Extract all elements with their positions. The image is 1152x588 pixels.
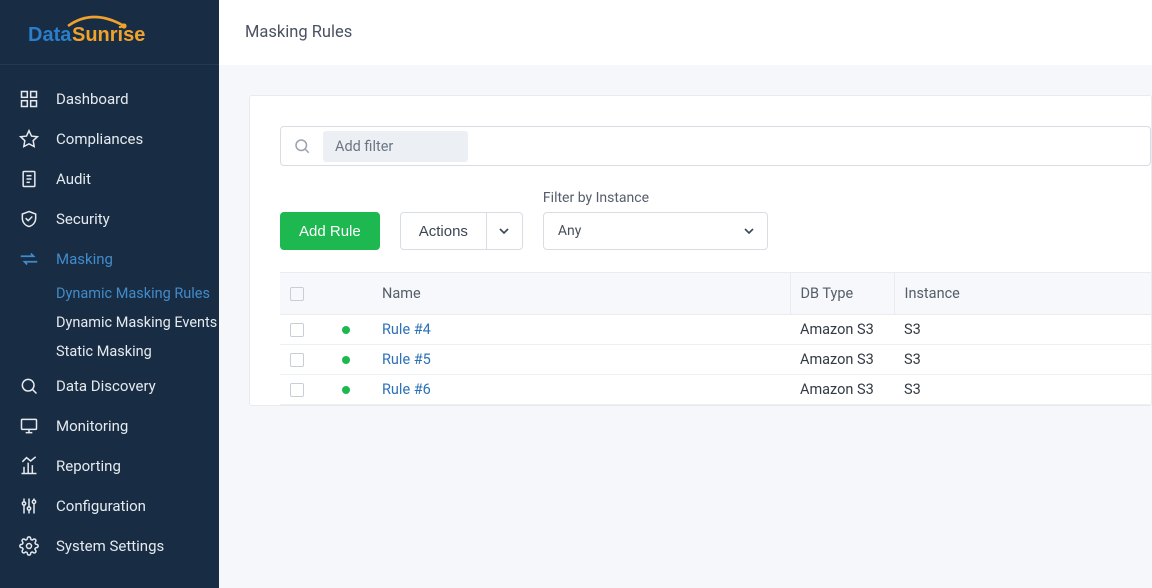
row-instance: S3	[894, 375, 1151, 405]
topbar: Masking Rules	[219, 0, 1152, 65]
actions-caret-button[interactable]	[487, 212, 523, 250]
row-db-type: Amazon S3	[790, 345, 894, 375]
sidebar-item-label: Configuration	[56, 497, 146, 515]
status-indicator-icon	[342, 356, 350, 364]
sidebar-item-label: System Settings	[56, 537, 164, 555]
sidebar-item-dashboard[interactable]: Dashboard	[0, 79, 219, 119]
add-rule-button[interactable]: Add Rule	[280, 212, 380, 250]
dashboard-icon	[18, 88, 40, 110]
sidebar: Data Sunrise Dashboard Compliances Audit…	[0, 0, 219, 588]
shield-icon	[18, 208, 40, 230]
select-all-checkbox[interactable]	[290, 287, 304, 301]
sidebar-subitem-dynamic-rules[interactable]: Dynamic Masking Rules	[56, 279, 219, 308]
instance-select[interactable]: Any	[543, 212, 768, 250]
table-row: Rule #5 Amazon S3 S3	[280, 345, 1151, 375]
sliders-icon	[18, 495, 40, 517]
sidebar-item-data-discovery[interactable]: Data Discovery	[0, 366, 219, 406]
sidebar-item-label: Audit	[56, 170, 91, 188]
add-filter-chip[interactable]: Add filter	[323, 131, 468, 162]
row-checkbox[interactable]	[290, 323, 304, 337]
instance-select-value: Any	[558, 223, 582, 239]
brand-word2: Sunrise	[72, 24, 145, 46]
sidebar-item-label: Monitoring	[56, 417, 128, 435]
document-icon	[18, 168, 40, 190]
brand-word1: Data	[28, 24, 72, 46]
sidebar-item-label: Security	[56, 210, 110, 228]
sidebar-nav: Dashboard Compliances Audit Security Mas…	[0, 65, 219, 580]
sidebar-item-label: Compliances	[56, 130, 143, 148]
sidebar-item-configuration[interactable]: Configuration	[0, 486, 219, 526]
column-header-name[interactable]: Name	[372, 273, 790, 315]
masking-submenu: Dynamic Masking Rules Dynamic Masking Ev…	[0, 279, 219, 366]
search-icon	[281, 137, 323, 155]
filter-bar[interactable]: Add filter	[280, 126, 1151, 166]
row-checkbox[interactable]	[290, 383, 304, 397]
status-indicator-icon	[342, 326, 350, 334]
page-title: Masking Rules	[245, 23, 352, 42]
gear-icon	[18, 535, 40, 557]
rule-name-link[interactable]: Rule #5	[382, 351, 431, 368]
rule-name-link[interactable]: Rule #6	[382, 381, 431, 398]
row-db-type: Amazon S3	[790, 315, 894, 345]
sidebar-item-label: Reporting	[56, 457, 121, 475]
sidebar-item-system-settings[interactable]: System Settings	[0, 526, 219, 566]
row-db-type: Amazon S3	[790, 375, 894, 405]
rules-table: Name DB Type Instance Rule #4 Amazon S3 …	[280, 272, 1151, 405]
row-instance: S3	[894, 315, 1151, 345]
sidebar-item-reporting[interactable]: Reporting	[0, 446, 219, 486]
rules-panel: Add filter Add Rule Actions Filter by In…	[249, 95, 1152, 406]
column-header-db-type[interactable]: DB Type	[790, 273, 894, 315]
rule-name-link[interactable]: Rule #4	[382, 321, 431, 338]
row-instance: S3	[894, 345, 1151, 375]
sidebar-item-label: Masking	[56, 250, 113, 268]
sidebar-item-security[interactable]: Security	[0, 199, 219, 239]
star-icon	[18, 128, 40, 150]
brand-logo[interactable]: Data Sunrise	[0, 0, 219, 65]
chevron-down-icon	[498, 225, 510, 237]
chevron-down-icon	[743, 225, 755, 237]
sidebar-subitem-dynamic-events[interactable]: Dynamic Masking Events	[56, 308, 219, 337]
actions-button[interactable]: Actions	[400, 212, 487, 250]
filter-instance-label: Filter by Instance	[543, 190, 768, 206]
actions-button-group: Actions	[400, 212, 523, 250]
sidebar-item-label: Dashboard	[56, 90, 129, 108]
sidebar-item-audit[interactable]: Audit	[0, 159, 219, 199]
search-icon	[18, 375, 40, 397]
sidebar-item-monitoring[interactable]: Monitoring	[0, 406, 219, 446]
masking-icon	[18, 248, 40, 270]
main: Masking Rules Add filter Add Rule Action…	[219, 0, 1152, 588]
sidebar-item-compliances[interactable]: Compliances	[0, 119, 219, 159]
row-checkbox[interactable]	[290, 353, 304, 367]
sidebar-item-label: Data Discovery	[56, 377, 156, 395]
filter-placeholder: Add filter	[335, 138, 393, 155]
table-row: Rule #6 Amazon S3 S3	[280, 375, 1151, 405]
status-indicator-icon	[342, 386, 350, 394]
sidebar-subitem-static-masking[interactable]: Static Masking	[56, 337, 219, 366]
column-header-instance[interactable]: Instance	[894, 273, 1151, 315]
filter-by-instance-field: Filter by Instance Any	[543, 190, 768, 250]
table-row: Rule #4 Amazon S3 S3	[280, 315, 1151, 345]
chart-icon	[18, 455, 40, 477]
sidebar-item-masking[interactable]: Masking	[0, 239, 219, 279]
monitor-icon	[18, 415, 40, 437]
